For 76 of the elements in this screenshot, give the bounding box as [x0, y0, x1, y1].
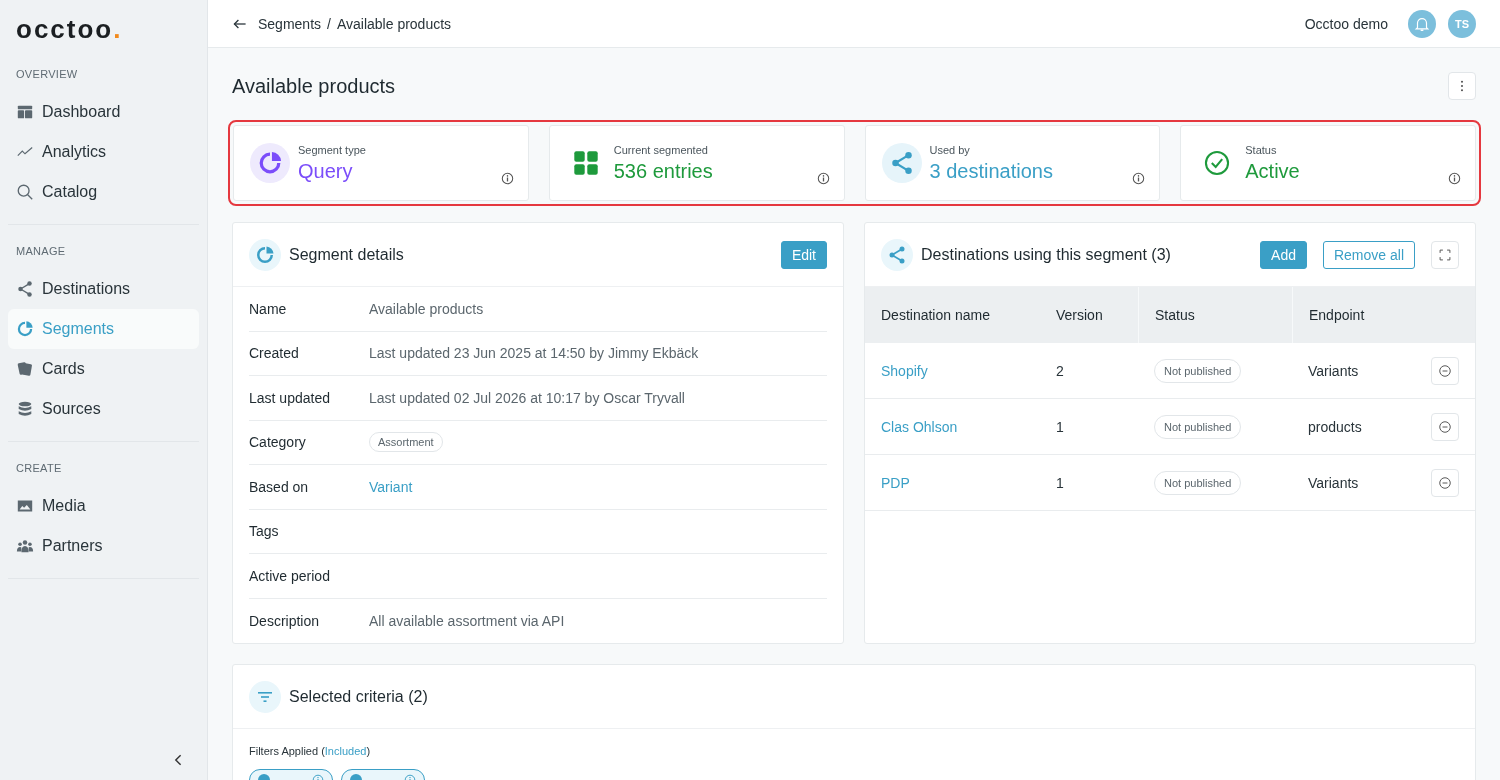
table-cell: 1: [1056, 474, 1064, 491]
remove-button[interactable]: [1431, 412, 1459, 441]
field-label: Active period: [249, 567, 331, 584]
remove-circle-icon: [1438, 419, 1452, 434]
pie-chart-icon: [16, 320, 34, 338]
pie-chart-icon: [255, 244, 275, 265]
dashboard-icon: [16, 103, 34, 121]
organization-name: Occtoo demo: [1304, 15, 1388, 32]
sidebar-item[interactable]: Catalog: [8, 172, 199, 212]
stat-label: Used by: [929, 143, 971, 156]
sidebar-item[interactable]: Analytics: [8, 132, 199, 172]
column-header: Destination name: [880, 306, 991, 325]
sidebar-item[interactable]: Dashboard: [8, 92, 199, 132]
stat-label: Segment type: [298, 143, 367, 156]
stat-value: Query: [298, 159, 354, 183]
column-header: Endpoint: [1292, 287, 1415, 343]
table-cell: Variants: [1308, 474, 1359, 491]
column-header: Status: [1138, 287, 1292, 343]
table-cell: products: [1308, 418, 1362, 435]
remove-circle-icon: [1438, 475, 1452, 490]
field-value: Last updated 02 Jul 2026 at 10:17 by Oscar Tryvall: [369, 389, 685, 406]
field-label: Tags: [249, 523, 280, 540]
share-icon: [887, 244, 907, 265]
panel-title: Selected criteria (2): [289, 687, 428, 706]
field-value: Last updated 23 Jun 2025 at 14:50 by Jimmy Ekbäck: [369, 345, 699, 362]
info-icon[interactable]: [816, 172, 830, 185]
sidebar-item[interactable]: Destinations: [8, 269, 199, 309]
sidebar-item[interactable]: Media: [8, 486, 199, 526]
people-icon: [16, 537, 34, 555]
info-icon[interactable]: [1448, 172, 1461, 185]
table-cell: 1: [1056, 418, 1064, 435]
remove-button[interactable]: [1431, 468, 1459, 497]
field-label: Description: [249, 612, 321, 629]
page-title: Available products: [232, 74, 396, 98]
expand-icon: [1438, 247, 1452, 262]
field-value: All available assortment via API: [369, 612, 565, 629]
field-label: Name: [249, 300, 288, 317]
notifications-button[interactable]: [1408, 9, 1436, 38]
section-heading: MANAGE: [15, 244, 67, 259]
panel-title: Segment details: [289, 245, 404, 264]
cards-icon: [16, 360, 34, 378]
stat-value: Active: [1245, 159, 1301, 183]
logo: occtoo.: [15, 13, 124, 46]
breadcrumb-separator: /: [327, 15, 331, 32]
search-icon: [16, 183, 34, 201]
pie-chart-icon: [257, 150, 283, 176]
breadcrumb-link[interactable]: Segments: [258, 15, 322, 32]
panel-title: Destinations using this segment (3): [921, 245, 1171, 264]
filters-label: Filters Applied (Included): [249, 745, 372, 757]
field-label: Last updated: [249, 389, 331, 406]
share-icon: [16, 280, 34, 298]
info-icon[interactable]: [500, 172, 514, 185]
sidebar-item[interactable]: Cards: [8, 349, 199, 389]
expand-button[interactable]: [1431, 240, 1459, 269]
remove-button[interactable]: [1431, 356, 1459, 385]
field-label: Category: [249, 434, 307, 451]
check-circle-icon: [1204, 150, 1231, 176]
database-icon: [16, 400, 34, 418]
field-label: Created: [249, 345, 300, 362]
table-cell: 2: [1056, 362, 1064, 379]
field-value: Available products: [369, 300, 484, 317]
table-cell: Variants: [1308, 362, 1359, 379]
stat-value: 3 destinations: [929, 159, 1054, 183]
stat-label: Status: [1245, 143, 1278, 156]
stat-label: Current segmented: [613, 143, 709, 156]
grid-icon: [572, 150, 599, 176]
stat-value: 536 entries: [613, 159, 714, 183]
field-label: Based on: [249, 478, 310, 495]
section-heading: CREATE: [15, 461, 63, 476]
column-header: Version: [1055, 306, 1104, 325]
info-icon[interactable]: [1132, 172, 1146, 185]
sidebar-item[interactable]: Sources: [8, 389, 199, 429]
remove-circle-icon: [1438, 363, 1452, 378]
breadcrumb-link[interactable]: Available products: [336, 15, 452, 32]
section-heading: OVERVIEW: [15, 67, 79, 82]
sidebar-item[interactable]: Partners: [8, 526, 199, 566]
